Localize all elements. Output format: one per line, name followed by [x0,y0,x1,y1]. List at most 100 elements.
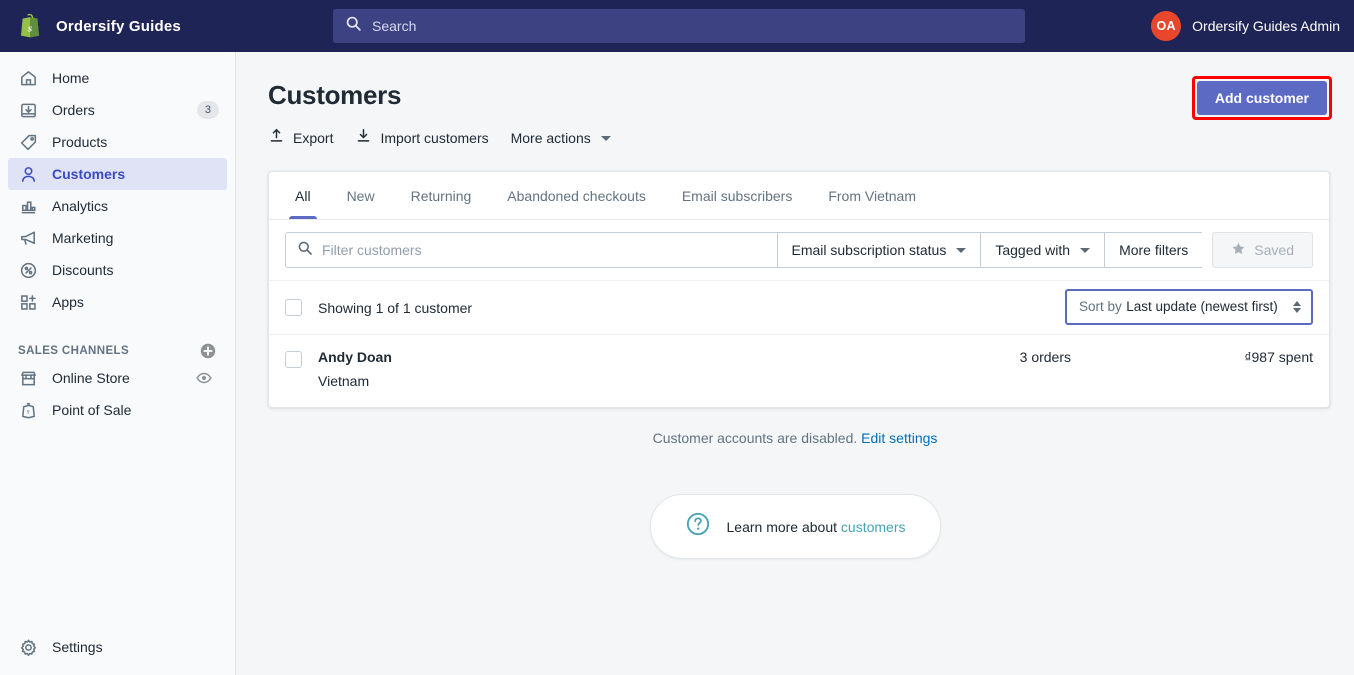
star-icon [1231,241,1246,259]
import-customers-button[interactable]: Import customers [355,127,489,149]
customer-location: Vietnam [318,373,370,389]
showing-count: Showing 1 of 1 customer [318,299,473,316]
tab-returning[interactable]: Returning [393,172,490,219]
customers-card: All New Returning Abandoned checkouts Em… [268,171,1330,408]
top-navigation-bar: s Ordersify Guides Search OA Ordersify G… [0,0,1354,52]
sidebar-footer: Settings [0,631,236,663]
svg-text:s: s [27,23,32,35]
svg-text:s: s [26,406,29,415]
customers-link[interactable]: customers [841,519,906,535]
import-download-icon [355,127,372,149]
tagged-with-label: Tagged with [995,242,1071,258]
more-actions-label: More actions [510,130,591,146]
table-row[interactable]: Andy Doan Vietnam 3 orders ₫987 spent [269,334,1329,407]
search-icon [297,240,313,261]
filter-customers-input[interactable]: Filter customers [285,232,777,268]
sidebar-item-label: Online Store [52,370,130,386]
learn-more-label: Learn more about [726,518,838,535]
sidebar-item-label: Apps [52,294,84,310]
sidebar-item-customers[interactable]: Customers [8,158,227,190]
customer-tabs: All New Returning Abandoned checkouts Em… [269,172,1329,220]
sidebar-item-label: Point of Sale [52,402,132,418]
export-label: Export [293,130,334,146]
orders-badge: 3 [196,101,219,119]
orders-inbox-icon [18,100,38,120]
filter-bar: Filter customers Email subscription stat… [269,220,1329,280]
email-subscription-status-filter[interactable]: Email subscription status [776,232,981,268]
sidebar-item-label: Home [52,70,90,86]
main-content: Customers Export Import customers More a… [236,52,1354,675]
more-actions-button[interactable]: More actions [511,130,611,146]
point-of-sale-icon: s [18,400,38,420]
sort-value: Last update (newest first) [1126,299,1278,314]
sidebar-item-orders[interactable]: Orders 3 [8,94,227,126]
more-filters-button[interactable]: More filters [1104,232,1203,268]
user-name: Ordersify Guides Admin [1192,18,1340,34]
sidebar-item-home[interactable]: Home [8,62,227,94]
search-icon [345,15,362,37]
saved-filters-button: Saved [1212,232,1313,268]
apps-grid-icon [18,292,38,312]
sidebar-item-marketing[interactable]: Marketing [8,222,227,254]
customer-orders: 3 orders [1019,349,1071,365]
gear-icon [18,637,38,657]
tagged-with-filter[interactable]: Tagged with [980,232,1105,268]
home-icon [18,68,38,88]
sidebar-item-label: Settings [52,639,103,655]
customer-accounts-note-text: Customer accounts are disabled. [652,430,858,446]
sidebar-item-label: Marketing [52,230,114,246]
sidebar-item-apps[interactable]: Apps [8,286,227,318]
select-all-checkbox[interactable] [285,299,302,316]
sidebar-item-label: Products [52,134,108,150]
avatar: OA [1151,11,1182,41]
customers-person-icon [18,164,38,184]
online-store-icon [18,368,38,388]
sidebar-nav: Home Orders 3 Products Customers Analyti… [0,52,235,318]
analytics-bars-icon [18,196,38,216]
sidebar-item-label: Discounts [52,262,114,278]
tab-abandoned-checkouts[interactable]: Abandoned checkouts [489,172,664,219]
customer-info: Andy Doan Vietnam [318,348,392,391]
customer-accounts-note: Customer accounts are disabled. Edit set… [236,430,1354,446]
search-input[interactable]: Search [333,9,1025,43]
question-circle-icon [685,511,711,542]
learn-more-text: Learn more about customers [727,519,906,535]
sidebar-item-online-store[interactable]: Online Store [8,362,227,394]
saved-label: Saved [1254,242,1294,258]
add-customer-button[interactable]: Add customer [1196,81,1327,115]
sidebar-item-analytics[interactable]: Analytics [8,190,227,222]
chevron-down-icon [600,135,611,141]
page-title: Customers [268,80,402,110]
edit-settings-link[interactable]: Edit settings [861,430,937,446]
sidebar-item-point-of-sale[interactable]: s Point of Sale [8,394,227,426]
page-actions: Export Import customers More actions [268,127,1322,149]
stepper-icon [1293,301,1301,313]
sidebar-item-discounts[interactable]: Discounts [8,254,227,286]
row-checkbox[interactable] [285,351,302,368]
search-placeholder: Search [372,18,417,34]
tab-email-subscribers[interactable]: Email subscribers [664,172,810,219]
eye-icon[interactable] [195,369,213,387]
import-customers-label: Import customers [380,130,489,146]
brand-logo-area[interactable]: s Ordersify Guides [0,12,236,40]
shopify-bag-icon: s [16,12,44,40]
tab-all[interactable]: All [277,172,329,219]
sidebar-item-settings[interactable]: Settings [8,631,228,663]
chevron-down-icon [956,247,967,253]
export-upload-icon [268,127,285,149]
tab-new[interactable]: New [329,172,393,219]
page-header: Customers Export Import customers More a… [236,52,1354,149]
sidebar: Home Orders 3 Products Customers Analyti… [0,52,236,675]
tab-from-vietnam[interactable]: From Vietnam [810,172,934,219]
chevron-down-icon [1080,247,1091,253]
sidebar-item-products[interactable]: Products [8,126,227,158]
plus-circle-icon[interactable] [199,342,217,360]
products-tag-icon [18,132,38,152]
sort-by-select[interactable]: Sort by Last update (newest first) [1065,289,1313,325]
sales-channels-header: SALES CHANNELS [0,340,235,362]
learn-more-card[interactable]: Learn more about customers [649,494,941,559]
customer-spent: ₫987 spent [1244,349,1313,365]
filter-placeholder: Filter customers [322,242,422,258]
export-button[interactable]: Export [268,127,333,149]
user-menu[interactable]: OA Ordersify Guides Admin [1151,0,1340,52]
